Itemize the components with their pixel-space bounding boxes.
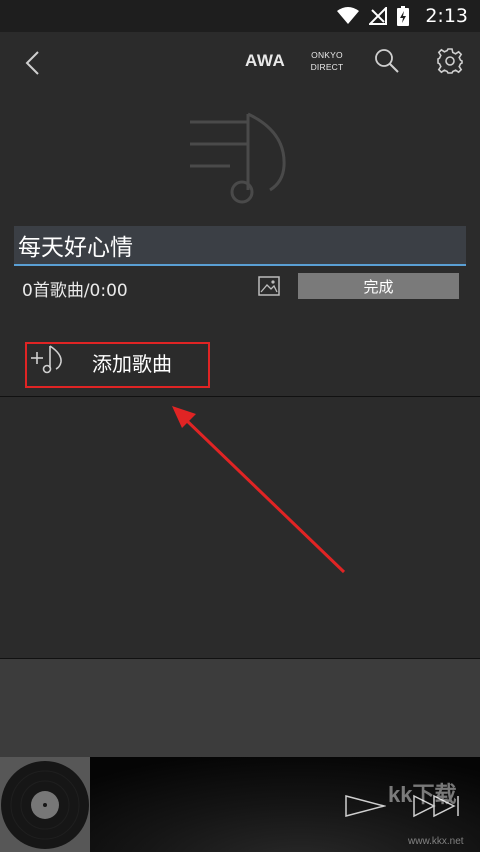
gear-icon[interactable] (436, 47, 464, 75)
vinyl-record-icon (0, 757, 90, 852)
playlist-title-input[interactable] (14, 226, 466, 264)
annotation-highlight-box (25, 342, 210, 388)
search-icon[interactable] (374, 48, 400, 74)
wifi-icon (337, 7, 360, 24)
onkyo-line1: ONKYO (311, 50, 343, 60)
playlist-info: 0首歌曲/0:00 (22, 281, 128, 301)
status-bar: 2:13 (0, 0, 480, 32)
playlist-title-field[interactable] (14, 226, 466, 266)
clock: 2:13 (425, 5, 468, 27)
playlist-music-note-icon (190, 112, 286, 204)
awa-logo[interactable]: AWA (245, 51, 285, 71)
image-icon[interactable] (258, 276, 280, 296)
watermark-logo: kk下载 (388, 782, 457, 807)
album-art[interactable] (0, 757, 90, 852)
song-list-area (0, 397, 480, 658)
signal-icon (369, 7, 388, 25)
done-button[interactable]: 完成 (298, 273, 459, 299)
onkyo-line2: DIRECT (310, 62, 344, 72)
onkyo-direct-logo[interactable]: ONKYO DIRECT (306, 49, 348, 73)
chevron-left-icon[interactable] (18, 48, 48, 78)
toolbar: AWA ONKYO DIRECT (0, 32, 480, 94)
play-icon[interactable] (344, 794, 386, 818)
player-bar: kk下载 www.kkx.net (0, 757, 480, 852)
watermark-url: www.kkx.net (408, 836, 464, 847)
battery-charging-icon (397, 6, 410, 26)
mini-panel (0, 659, 480, 757)
